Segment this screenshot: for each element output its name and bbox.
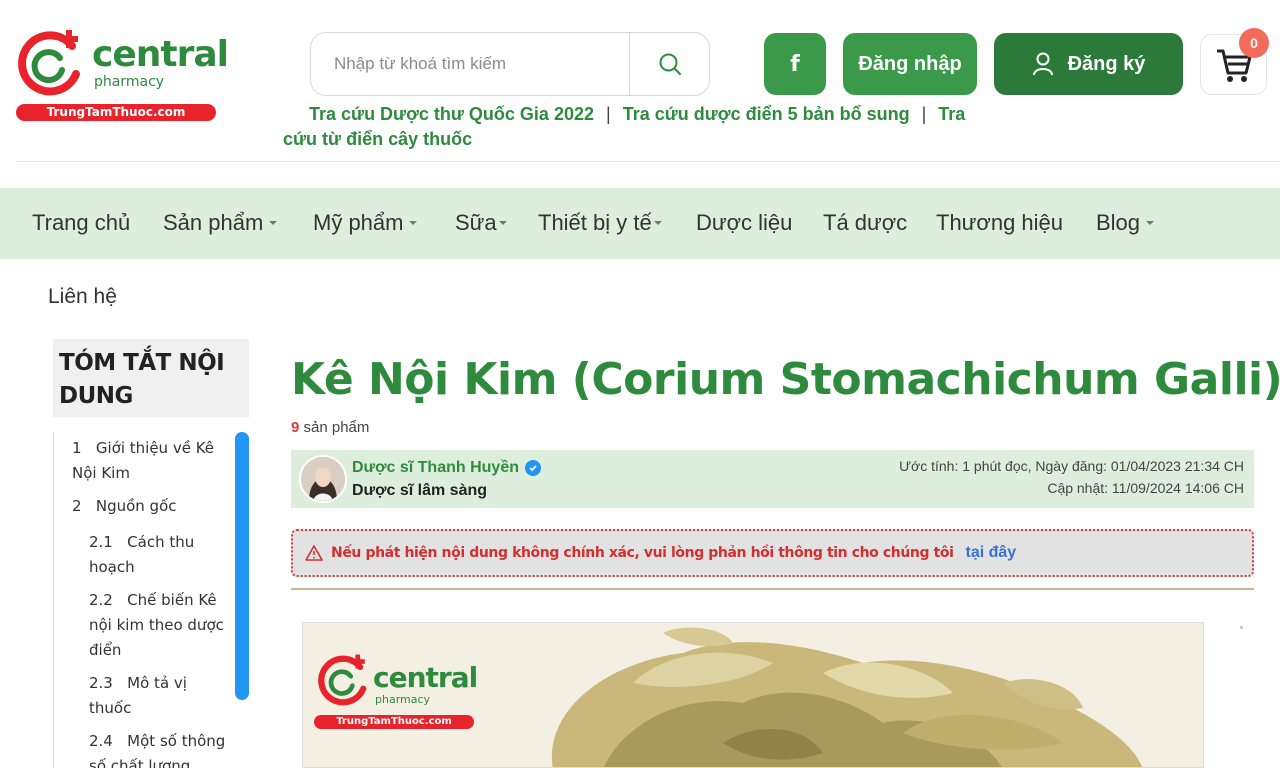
toc-item-number: 2 (72, 497, 82, 515)
search-button[interactable] (629, 33, 710, 95)
site-logo[interactable]: central pharmacy TrungTamThuoc.com (14, 22, 229, 122)
page-title: Kê Nội Kim (Corium Stomachichum Galli) (291, 354, 1280, 405)
product-count-number: 9 (291, 419, 300, 436)
toc-item[interactable]: 2.4 Một số thông số chất lượng (89, 729, 229, 768)
toc-item-number: 2.1 (89, 533, 113, 551)
toc-item-text: Giới thiệu về Kê Nội Kim (72, 439, 215, 482)
toc-item-number: 2.4 (89, 732, 113, 750)
quick-link-separator: | (921, 104, 927, 124)
facebook-icon: f (790, 51, 800, 77)
nav-label: Thiết bị y tế (538, 210, 652, 235)
nav-label: Blog (1096, 210, 1141, 235)
nav-label: Mỹ phẩm (313, 210, 404, 235)
nav-item-home[interactable]: Trang chủ (32, 210, 130, 236)
logo-domain-bar: TrungTamThuoc.com (16, 104, 216, 121)
quick-link-separator: | (606, 104, 611, 124)
nav-item-cosmetics[interactable]: Mỹ phẩm (313, 210, 418, 236)
watermark-logo-bar: TrungTamThuoc.com (314, 715, 474, 729)
nav-item-herbs[interactable]: Dược liệu (696, 210, 792, 236)
toc-item-number: 2.2 (89, 591, 113, 609)
register-button[interactable]: Đăng ký (994, 33, 1183, 95)
nav-label: Dược liệu (696, 210, 793, 235)
logo-word: central (92, 34, 229, 75)
article-meta-updated: Cập nhật: 11/09/2024 14:06 CH (1047, 480, 1244, 496)
watermark-logo-subtitle: pharmacy (375, 693, 431, 706)
nav-label: Sản phẩm (163, 210, 264, 235)
nav-label: Thương hiệu (936, 210, 1064, 235)
toc-item-number: 1 (72, 439, 82, 457)
product-count[interactable]: 9 sản phẩm (291, 419, 369, 436)
toc-item[interactable]: 2.3 Mô tả vị thuốc (89, 671, 219, 721)
main-nav: Trang chủ Sản phẩm Mỹ phẩm Sữa Thiết bị … (0, 188, 1280, 259)
toc-item-text: Nguồn gốc (95, 497, 177, 515)
article-meta-published: Ước tính: 1 phút đọc, Ngày đăng: 01/04/2… (899, 458, 1244, 474)
author-avatar[interactable] (299, 455, 347, 503)
nav-item-products[interactable]: Sản phẩm (163, 210, 278, 236)
article-hero-image: central pharmacy TrungTamThuoc.com (302, 622, 1204, 768)
nav-label: Trang chủ (32, 210, 131, 235)
caret-down-icon (269, 220, 278, 225)
logo-mark-icon (18, 30, 80, 96)
nav-item-blog[interactable]: Blog (1096, 210, 1155, 236)
author-box: Dược sĩ Thanh Huyền Dược sĩ lâm sàng Ước… (291, 450, 1254, 508)
toc-item[interactable]: 2.2 Chế biến Kê nội kim theo dược điển (89, 588, 229, 663)
caret-down-icon (1146, 220, 1155, 225)
feedback-warning-text: Nếu phát hiện nội dung không chính xác, … (331, 545, 954, 561)
cart-count-badge: 0 (1239, 28, 1269, 58)
caret-down-icon (653, 220, 662, 225)
toc-item[interactable]: 2 Nguồn gốc (72, 494, 222, 519)
watermark-logo-word: central (373, 661, 478, 694)
search-icon (659, 53, 681, 75)
nav-label: Sữa (455, 210, 497, 235)
warning-icon (305, 545, 323, 561)
feedback-warning: Nếu phát hiện nội dung không chính xác, … (291, 529, 1254, 577)
avatar-portrait (301, 457, 345, 501)
toc-title: TÓM TẮT NỘI DUNG (53, 339, 249, 417)
caret-down-icon (498, 220, 507, 225)
caret-down-icon (409, 220, 418, 225)
nav-label: Tá dược (823, 210, 908, 235)
logo-subtitle: pharmacy (94, 74, 165, 90)
quick-link-duoc-dien[interactable]: Tra cứu dược điển 5 bản bổ sung (623, 104, 910, 124)
author-role: Dược sĩ lâm sàng (352, 482, 488, 499)
product-count-label: sản phẩm (303, 419, 370, 436)
nav-item-milk[interactable]: Sữa (455, 210, 507, 236)
author-name: Dược sĩ Thanh Huyền (352, 459, 519, 476)
quick-link-duoc-thu[interactable]: Tra cứu Dược thư Quốc Gia 2022 (309, 104, 594, 124)
verified-badge-icon (524, 460, 541, 476)
feedback-link[interactable]: tại đây (965, 544, 1016, 562)
search-box (310, 32, 710, 96)
nav-item-excipients[interactable]: Tá dược (823, 210, 907, 236)
dried-herb-photo (303, 623, 1203, 767)
toc-item[interactable]: 1 Giới thiệu về Kê Nội Kim (72, 436, 222, 486)
user-icon (1032, 52, 1053, 76)
nav-item-contact[interactable]: Liên hệ (48, 285, 117, 309)
toc-item[interactable]: 2.1 Cách thu hoạch (89, 530, 219, 580)
watermark-logo-icon (318, 654, 367, 706)
header-divider (16, 161, 1280, 162)
login-button[interactable]: Đăng nhập (843, 33, 977, 95)
facebook-login-button[interactable]: f (764, 33, 826, 95)
author-name-row[interactable]: Dược sĩ Thanh Huyền (352, 459, 541, 477)
nav-item-medical-devices[interactable]: Thiết bị y tế (538, 210, 662, 236)
quick-links: Tra cứu Dược thư Quốc Gia 2022 | Tra cứu d… (283, 102, 1003, 152)
toc-list: 1 Giới thiệu về Kê Nội Kim 2 Nguồn gốc 2… (53, 432, 249, 768)
toc-scrollbar[interactable] (235, 432, 249, 700)
decorative-dot (1240, 626, 1243, 629)
register-label: Đăng ký (1067, 52, 1146, 75)
search-input[interactable] (312, 34, 628, 94)
toc-item-number: 2.3 (89, 674, 113, 692)
article-divider (291, 588, 1254, 590)
nav-item-brands[interactable]: Thương hiệu (936, 210, 1063, 236)
